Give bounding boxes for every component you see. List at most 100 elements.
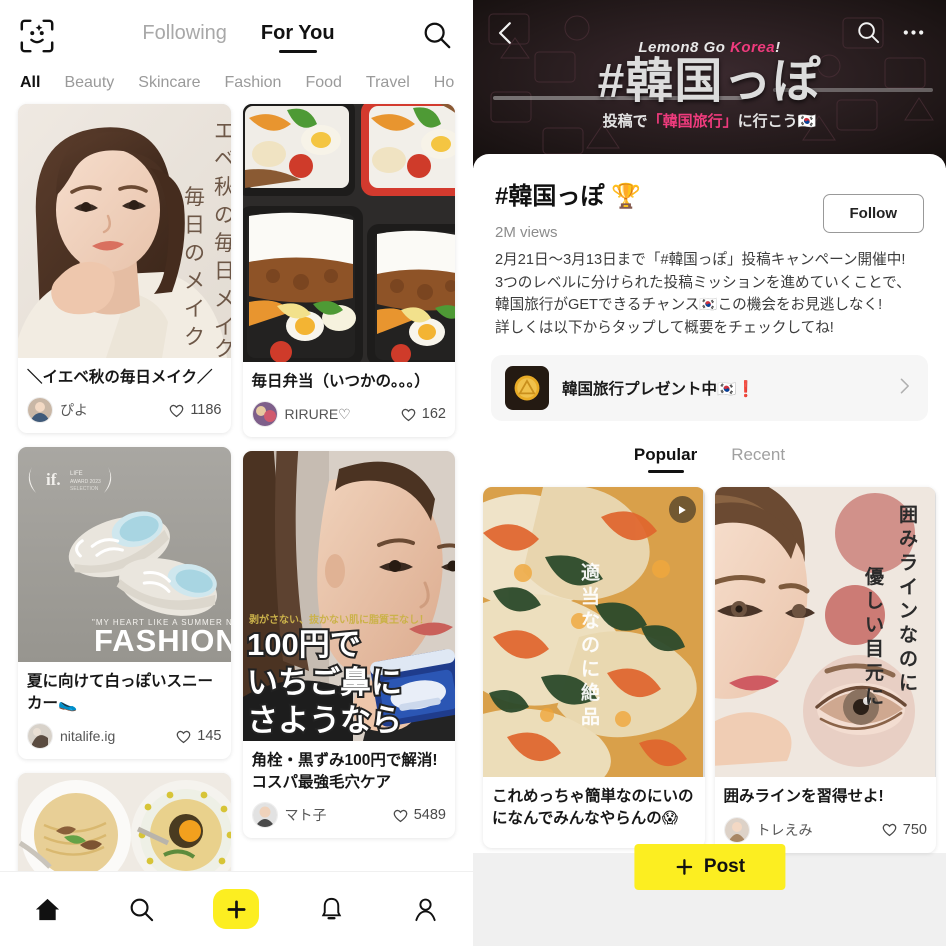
svg-text:ベ: ベ: [214, 147, 231, 171]
feed-column-right: 毎日弁当（いつかの。。。） RIRURE♡ 162 剥がさない、抜かない肌に脂質…: [242, 104, 456, 839]
tab-recent[interactable]: Recent: [731, 445, 785, 473]
like-count-group[interactable]: 5489: [392, 807, 446, 824]
banner-top-icons: [473, 0, 946, 70]
promo-banner-row[interactable]: 韓国旅行プレゼント中🇰🇷❗: [491, 355, 928, 422]
hashtag-description: 2月21日〜3月13日まで「#韓国っぽ」投稿キャンペーン開催中! 3つのレベルに…: [495, 252, 911, 336]
tab-following[interactable]: Following: [142, 22, 226, 51]
post-fab-label: Post: [703, 856, 746, 877]
card-title: ＼イエベ秋の毎日メイク／: [27, 369, 213, 386]
svg-text:LIFE: LIFE: [70, 471, 83, 477]
svg-text:の: の: [184, 241, 205, 265]
banner-search-button[interactable]: [856, 20, 881, 50]
post-body: これめっちゃ簡単なのにいのになんでみんなやらんの😱: [483, 777, 705, 848]
svg-text:イ: イ: [184, 297, 205, 321]
plus-icon: [676, 859, 692, 875]
nav-profile-button[interactable]: [403, 886, 449, 932]
author-name: RIRURE♡: [284, 405, 351, 422]
card-author[interactable]: RIRURE♡: [251, 401, 351, 428]
card-author[interactable]: マト子: [251, 802, 327, 829]
card-author[interactable]: nitalife.ig: [27, 723, 116, 750]
follow-button[interactable]: Follow: [822, 194, 924, 233]
post-author[interactable]: トレえみ: [723, 816, 813, 843]
search-icon: [858, 22, 880, 44]
like-count-group[interactable]: 162: [400, 406, 446, 423]
page-title: #韓国っぽ 🏆: [495, 183, 641, 210]
sort-tab-list: Popular Recent: [473, 445, 946, 481]
svg-text:な: な: [899, 624, 918, 646]
category-home[interactable]: Ho: [434, 74, 454, 92]
category-beauty[interactable]: Beauty: [64, 74, 114, 92]
person-icon: [415, 898, 436, 921]
card-meta: マト子 5489: [251, 802, 446, 829]
scan-face-icon[interactable]: [18, 17, 56, 55]
category-travel[interactable]: Travel: [366, 74, 410, 92]
nav-notifications-button[interactable]: [308, 886, 354, 932]
avatar: [27, 723, 53, 750]
svg-text:し: し: [865, 591, 884, 612]
create-pill[interactable]: [213, 889, 260, 929]
avatar: [251, 802, 278, 829]
video-play-badge[interactable]: [668, 496, 696, 524]
category-all[interactable]: All: [20, 74, 40, 92]
nav-home-button[interactable]: [24, 886, 70, 932]
nav-search-button[interactable]: [119, 886, 165, 932]
like-count-group[interactable]: 1186: [168, 402, 222, 419]
posts-column-right: 囲みラ インな のに 優しい 目元に 囲みラインを習得せよ! トレえみ 750: [714, 487, 937, 853]
category-skincare[interactable]: Skincare: [138, 74, 200, 92]
svg-text:の: の: [214, 203, 231, 227]
promo-chevron[interactable]: [894, 376, 914, 401]
heart-icon: [176, 730, 191, 743]
card-image-sneakers: if. LIFE AWARD 2023 SELECTION "MY HEART …: [18, 447, 231, 663]
avatar: [723, 816, 750, 843]
category-strip[interactable]: All Beauty Skincare Fashion Food Travel …: [0, 72, 473, 104]
home-icon: [35, 898, 59, 920]
back-button[interactable]: [493, 20, 519, 51]
feed-card[interactable]: 剥がさない、抜かない肌に脂質王なし！ 100円で いちご鼻に さようなら 角栓・…: [242, 451, 456, 839]
svg-text:み: み: [899, 529, 918, 550]
svg-text:if.: if.: [46, 470, 61, 489]
hashtag-header: #韓国っぽ 🏆 2M views Follow: [473, 176, 946, 241]
svg-text:適: 適: [581, 561, 600, 584]
search-icon[interactable]: [421, 19, 455, 53]
post-body: 囲みラインを習得せよ! トレえみ 750: [715, 777, 937, 852]
svg-text:に: に: [865, 687, 884, 708]
post-image-kimchi-cheese: 適当な のに絶品: [483, 487, 705, 778]
category-fashion[interactable]: Fashion: [225, 74, 282, 92]
svg-text:い: い: [865, 615, 884, 636]
card-meta: RIRURE♡ 162: [251, 401, 446, 428]
heart-icon: [401, 408, 416, 422]
svg-text:ク: ク: [184, 325, 205, 349]
svg-text:エ: エ: [214, 119, 231, 143]
card-body: 角栓・黒ずみ100円で解消! コスパ最強毛穴ケア マト子 5489: [243, 741, 456, 838]
card-image-vaseline-skincare: 剥がさない、抜かない肌に脂質王なし！ 100円で いちご鼻に さようなら: [242, 451, 455, 742]
svg-text:メ: メ: [184, 269, 205, 293]
feed-card[interactable]: 毎日弁当（いつかの。。。） RIRURE♡ 162: [242, 104, 455, 438]
promo-label: 韓国旅行プレゼント中🇰🇷❗: [562, 381, 756, 399]
category-food[interactable]: Food: [305, 74, 341, 92]
like-count: 750: [902, 821, 927, 838]
svg-text:毎: 毎: [214, 231, 231, 255]
post-card[interactable]: 適当な のに絶品 これめっちゃ簡単なのにいのになんでみんなやらんの😱: [483, 487, 705, 849]
card-author[interactable]: ぴよ: [27, 397, 88, 424]
feed-card[interactable]: エベ秋 の毎日 メイク 毎日の メイク ＼イエベ秋の毎日メイク／ ぴよ 1186: [18, 104, 231, 434]
tab-for-you[interactable]: For You: [261, 22, 335, 51]
svg-text:FASHION: FASHION: [94, 623, 231, 658]
heart-icon: [393, 809, 408, 822]
svg-text:日: 日: [214, 259, 231, 283]
author-name: nitalife.ig: [60, 728, 116, 745]
banner-more-button[interactable]: [901, 20, 926, 50]
svg-text:イ: イ: [899, 577, 918, 598]
like-count-group[interactable]: 750: [881, 821, 927, 838]
card-title: 夏に向けて白っぽいスニーカー🥿: [27, 673, 214, 712]
feed-card[interactable]: if. LIFE AWARD 2023 SELECTION "MY HEART …: [18, 447, 231, 760]
feed-tab-list: Following For You: [56, 22, 421, 51]
like-count: 145: [197, 728, 222, 745]
nav-create-button[interactable]: [213, 886, 260, 932]
post-card[interactable]: 囲みラ インな のに 優しい 目元に 囲みラインを習得せよ! トレえみ 750: [714, 487, 937, 853]
author-name: マト子: [284, 807, 327, 824]
svg-text:元: 元: [865, 663, 884, 684]
tab-popular[interactable]: Popular: [634, 445, 697, 473]
post-fab-button[interactable]: Post: [633, 844, 786, 890]
like-count-group[interactable]: 145: [175, 728, 222, 745]
feed-top-bar: Following For You: [0, 0, 473, 72]
